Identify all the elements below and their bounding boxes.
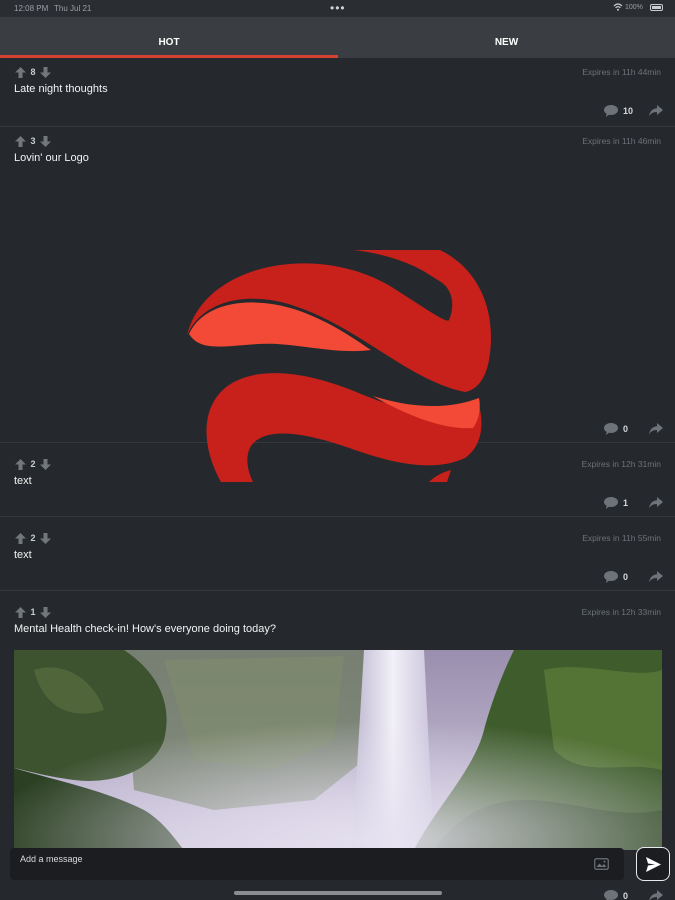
message-composer	[10, 848, 624, 880]
vote-control: 2	[15, 458, 51, 470]
share-icon[interactable]	[649, 571, 663, 583]
arrow-up-icon[interactable]	[15, 458, 26, 470]
tab-new[interactable]: NEW	[338, 17, 675, 58]
arrow-down-icon[interactable]	[40, 606, 51, 618]
vote-count: 3	[30, 136, 36, 146]
vote-control: 1	[15, 606, 51, 618]
post-expiry: Expires in 12h 33min	[581, 607, 661, 617]
send-icon	[645, 856, 661, 872]
multitask-dots[interactable]: •••	[330, 1, 346, 15]
post-title: text	[14, 475, 32, 487]
comment-count: 0	[623, 891, 629, 900]
image-icon[interactable]	[594, 858, 609, 870]
vote-control: 3	[15, 135, 51, 147]
comment-icon[interactable]	[604, 423, 618, 435]
share-icon[interactable]	[649, 497, 663, 509]
post-title: Lovin' our Logo	[14, 152, 89, 164]
post-card[interactable]: 2 Expires in 11h 55min text 0	[0, 517, 675, 591]
vote-count: 1	[30, 607, 36, 617]
message-input[interactable]	[10, 848, 580, 880]
post-actions: 0	[604, 570, 663, 584]
comment-icon[interactable]	[604, 497, 618, 509]
post-expiry: Expires in 12h 31min	[581, 459, 661, 469]
post-actions: 0	[604, 889, 663, 900]
post-expiry: Expires in 11h 55min	[582, 533, 661, 543]
post-image-waterfall[interactable]	[14, 650, 662, 850]
arrow-up-icon[interactable]	[15, 606, 26, 618]
battery-percentage: 100%	[625, 4, 643, 11]
comment-count: 1	[623, 498, 629, 508]
comment-icon[interactable]	[604, 890, 618, 900]
arrow-down-icon[interactable]	[40, 532, 51, 544]
post-card[interactable]: 2 Expires in 12h 31min text 1	[0, 443, 675, 517]
app-screen: 12:08 PM Thu Jul 21 ••• 100% HOT NEW 8 E…	[0, 0, 675, 900]
arrow-up-icon[interactable]	[15, 135, 26, 147]
post-expiry: Expires in 11h 46min	[582, 136, 661, 146]
share-icon[interactable]	[649, 105, 663, 117]
comment-count: 0	[623, 424, 629, 434]
arrow-down-icon[interactable]	[40, 66, 51, 78]
vote-count: 2	[30, 533, 36, 543]
post-card[interactable]: 3 Expires in 11h 46min Lovin' our Logo 0	[0, 127, 675, 482]
post-actions: 10	[604, 104, 663, 118]
post-title: Mental Health check-in! How's everyone d…	[14, 623, 276, 635]
comment-icon[interactable]	[604, 571, 618, 583]
wifi-icon	[613, 3, 623, 11]
post-actions: 0	[604, 422, 663, 436]
arrow-up-icon[interactable]	[15, 66, 26, 78]
home-indicator	[234, 891, 442, 895]
post-expiry: Expires in 11h 44min	[582, 67, 661, 77]
post-actions: 1	[604, 496, 663, 510]
vote-control: 2	[15, 532, 51, 544]
comment-count: 10	[623, 106, 634, 116]
status-time: 12:08 PM	[14, 4, 49, 13]
status-date: Thu Jul 21	[54, 4, 92, 13]
status-bar: 12:08 PM Thu Jul 21 ••• 100%	[0, 0, 675, 17]
comment-icon[interactable]	[604, 105, 618, 117]
tab-hot[interactable]: HOT	[0, 17, 338, 58]
share-icon[interactable]	[649, 423, 663, 435]
arrow-down-icon[interactable]	[40, 135, 51, 147]
post-title: Late night thoughts	[14, 83, 108, 95]
battery-icon	[650, 4, 663, 11]
vote-count: 8	[30, 67, 36, 77]
feed-tabs: HOT NEW	[0, 17, 675, 58]
post-card[interactable]: 8 Expires in 11h 44min Late night though…	[0, 58, 675, 127]
arrow-down-icon[interactable]	[40, 458, 51, 470]
post-title: text	[14, 549, 32, 561]
comment-count: 0	[623, 572, 629, 582]
vote-control: 8	[15, 66, 51, 78]
send-button[interactable]	[636, 847, 670, 881]
post-feed[interactable]: 8 Expires in 11h 44min Late night though…	[0, 58, 675, 900]
vote-count: 2	[30, 459, 36, 469]
arrow-up-icon[interactable]	[15, 532, 26, 544]
share-icon[interactable]	[649, 890, 663, 900]
